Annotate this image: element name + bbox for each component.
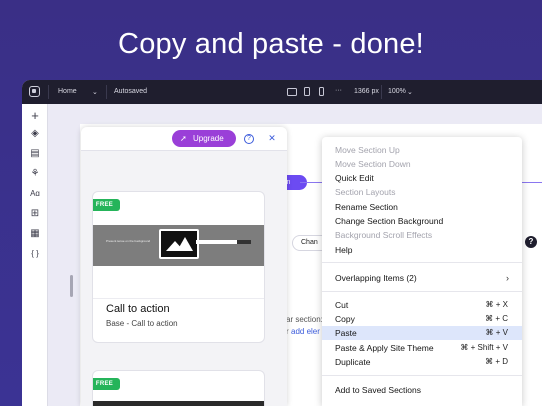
divider (48, 85, 49, 99)
menu-item-cut[interactable]: Cut ⌘ + X (322, 298, 522, 312)
headline: Copy and paste - done! (118, 28, 424, 60)
autosave-status: Autosaved (114, 88, 148, 95)
wix-logo-icon[interactable] (29, 86, 40, 97)
close-icon[interactable]: ✕ (267, 133, 277, 143)
menu-item-change-section-background[interactable]: Change Section Background (322, 214, 522, 228)
section-thumbnail (93, 401, 264, 406)
chevron-down-icon[interactable]: ⌄ (92, 88, 98, 96)
menu-item-paste-apply-site-theme[interactable]: Paste & Apply Site Theme ⌘ + Shift + V (322, 341, 522, 355)
chevron-right-icon: › (506, 273, 509, 283)
more-options-icon[interactable]: ··· (335, 87, 342, 94)
menu-item-label: Cut (335, 300, 349, 310)
menu-item-label: Rename Section (335, 202, 398, 212)
section-card[interactable]: FREE (92, 370, 265, 406)
zoom-level[interactable]: 100% (388, 88, 406, 95)
menu-item-label: Move Section Up (335, 145, 400, 155)
thumbnail-input-bar (196, 240, 251, 244)
shortcut-label: ⌘ + C (485, 314, 508, 323)
menu-item-move-section-down[interactable]: Move Section Down (322, 157, 522, 171)
mobile-icon[interactable] (319, 87, 324, 96)
free-badge: FREE (93, 199, 120, 211)
context-menu: Move Section Up Move Section Down Quick … (322, 137, 522, 406)
divider (381, 85, 382, 99)
canvas-width[interactable]: 1366 px (354, 88, 379, 95)
menu-item-label: Help (335, 245, 353, 255)
chevron-down-icon[interactable]: ⌄ (407, 88, 413, 96)
image-placeholder-icon (159, 229, 199, 259)
shortcut-label: ⌘ + X (485, 300, 508, 309)
desktop-icon[interactable] (287, 88, 297, 96)
menu-divider (322, 262, 522, 263)
page-selector[interactable]: Home (58, 88, 77, 95)
divider (93, 298, 264, 299)
menu-item-overlapping-items[interactable]: Overlapping Items (2) › (322, 271, 522, 285)
section-thumbnail: Present tense on the background (93, 225, 264, 266)
menu-item-paste[interactable]: Paste ⌘ + V (322, 326, 522, 340)
panel-header: ➚ Upgrade ? ✕ (81, 127, 287, 151)
tablet-icon[interactable] (304, 87, 310, 96)
menu-item-section-layouts[interactable]: Section Layouts (322, 185, 522, 199)
cms-table-icon[interactable]: ▦ (29, 228, 41, 240)
menu-item-label: Add to Saved Sections (335, 385, 422, 395)
menu-item-copy[interactable]: Copy ⌘ + C (322, 312, 522, 326)
left-toolbar: + ◈ ▤ ⚘ Aɑ ⊞ ▦ { } (22, 104, 48, 406)
menu-item-duplicate[interactable]: Duplicate ⌘ + D (322, 355, 522, 369)
menu-item-label: Paste & Apply Site Theme (335, 343, 434, 353)
menu-item-label: Paste (335, 328, 357, 338)
shortcut-label: ⌘ + Shift + V (460, 343, 508, 352)
thumbnail-caption: Present tense on the background (106, 239, 151, 243)
shortcut-label: ⌘ + D (485, 357, 508, 366)
card-subtitle: Base - Call to action (106, 319, 178, 328)
card-title: Call to action (106, 303, 170, 315)
help-icon[interactable]: ? (525, 236, 537, 248)
shortcut-label: ⌘ + V (485, 328, 508, 337)
menu-divider (322, 291, 522, 292)
menu-item-label: Quick Edit (335, 173, 374, 183)
menu-divider (322, 375, 522, 376)
upgrade-label: Upgrade (193, 134, 224, 143)
rocket-icon: ➚ (180, 134, 187, 143)
add-section-panel: ➚ Upgrade ? ✕ FREE Present tense on the … (81, 127, 287, 406)
section-card[interactable]: FREE Present tense on the background Cal… (92, 191, 265, 343)
add-element-link[interactable]: add eler (291, 327, 320, 336)
sections-icon[interactable]: ◈ (29, 128, 41, 140)
canvas-text-fragment: ar section: (286, 315, 323, 324)
add-icon[interactable]: + (29, 109, 41, 122)
text-theme-icon[interactable]: Aɑ (29, 188, 41, 200)
menu-item-label: Change Section Background (335, 216, 444, 226)
menu-item-label: Section Layouts (335, 187, 396, 197)
code-icon[interactable]: { } (29, 248, 41, 260)
menu-item-add-to-saved-sections[interactable]: Add to Saved Sections (322, 383, 522, 397)
menu-item-label: Duplicate (335, 357, 371, 367)
editor-topbar: Home ⌄ Autosaved ··· 1366 px 100% ⌄ (22, 80, 542, 104)
panel-scrollbar[interactable] (70, 275, 73, 297)
divider (106, 85, 107, 99)
menu-item-background-scroll-effects[interactable]: Background Scroll Effects (322, 228, 522, 242)
menu-item-label: Overlapping Items (2) (335, 273, 417, 283)
free-badge: FREE (93, 378, 120, 390)
menu-item-label: Move Section Down (335, 159, 411, 169)
apps-icon[interactable]: ⊞ (29, 208, 41, 220)
menu-item-help[interactable]: Help (322, 243, 522, 257)
menu-item-rename-section[interactable]: Rename Section (322, 200, 522, 214)
help-icon[interactable]: ? (244, 134, 254, 144)
menu-item-label: Copy (335, 314, 355, 324)
upgrade-button[interactable]: ➚ Upgrade (172, 130, 236, 147)
menu-item-label: Background Scroll Effects (335, 230, 433, 240)
pages-icon[interactable]: ▤ (29, 148, 41, 160)
menu-item-move-section-up[interactable]: Move Section Up (322, 143, 522, 157)
design-icon[interactable]: ⚘ (29, 168, 41, 180)
menu-item-quick-edit[interactable]: Quick Edit (322, 171, 522, 185)
